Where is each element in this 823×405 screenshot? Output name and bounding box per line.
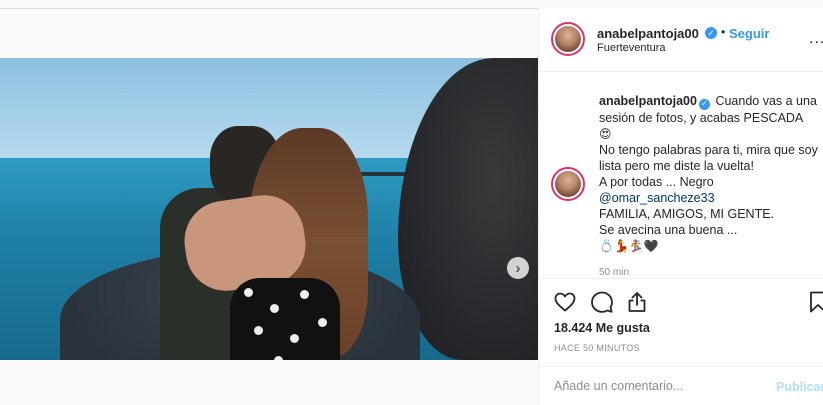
post-location[interactable]: Fuerteventura: [597, 42, 665, 54]
caption-line-5: FAMILIA, AMIGOS, MI GENTE.: [599, 206, 775, 221]
caption-emojis: 💍💃🏂🖤: [599, 238, 659, 253]
caption-line-3: No tengo palabras para ti, mira que soy …: [599, 142, 818, 173]
caption-section: anabelpantoja00 ✓ Cuando vas a una sesión…: [539, 73, 823, 278]
bookmark-icon[interactable]: [806, 290, 823, 314]
caption-line-2: 😍: [599, 126, 612, 141]
publish-button[interactable]: Publicar: [776, 380, 823, 394]
caption-avatar[interactable]: [551, 167, 585, 201]
post-header: anabelpantoja00 ✓ • Seguir Fuerteventura…: [539, 8, 823, 72]
more-options-button[interactable]: ...: [809, 30, 823, 48]
verified-badge-icon: ✓: [705, 27, 717, 39]
author-username[interactable]: anabelpantoja00: [597, 26, 699, 41]
comment-icon[interactable]: [590, 290, 614, 314]
likes-count[interactable]: 18.424 Me gusta: [554, 321, 650, 335]
carousel-next-button[interactable]: ›: [507, 257, 529, 279]
verified-badge-icon: ✓: [698, 98, 710, 110]
photo-dress: [230, 278, 340, 360]
post-actions: 18.424 Me gusta HACE 50 MINUTOS: [539, 278, 823, 366]
post-timestamp: HACE 50 MINUTOS: [554, 343, 640, 353]
comment-input[interactable]: [554, 379, 754, 393]
post-sidebar: anabelpantoja00 ✓ • Seguir Fuerteventura…: [538, 8, 823, 405]
caption-username[interactable]: anabelpantoja00: [599, 94, 697, 108]
header-separator: •: [721, 25, 726, 39]
caption-text: anabelpantoja00 ✓ Cuando vas a una sesión…: [599, 93, 823, 254]
author-avatar[interactable]: [551, 22, 585, 56]
caption-mention-link[interactable]: @omar_sancheze33: [599, 191, 715, 205]
caption-line-6: Se avecina una buena ...: [599, 222, 738, 237]
comment-bar: Publicar: [539, 366, 823, 405]
caption-line-4: A por todas ... Negro: [599, 174, 714, 189]
share-icon[interactable]: [625, 290, 649, 314]
heart-icon[interactable]: [553, 290, 577, 314]
instagram-post-page: › anabelpantoja00 ✓ • Seguir Fuerteventu…: [0, 0, 823, 405]
post-photo[interactable]: ›: [0, 58, 538, 360]
follow-button[interactable]: Seguir: [729, 26, 769, 41]
caption-timestamp: 50 min: [599, 267, 630, 278]
